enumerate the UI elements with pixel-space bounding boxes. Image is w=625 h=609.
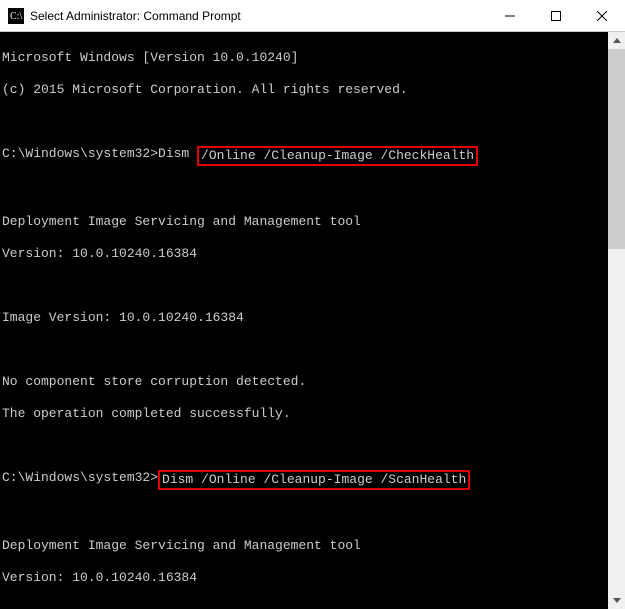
blank-line — [2, 438, 608, 454]
terminal-output[interactable]: Microsoft Windows [Version 10.0.10240] (… — [0, 32, 608, 609]
highlighted-command: Dism /Online /Cleanup-Image /ScanHealth — [158, 470, 470, 490]
output-line: Deployment Image Servicing and Managemen… — [2, 214, 608, 230]
blank-line — [2, 506, 608, 522]
scrollbar[interactable] — [608, 32, 625, 609]
output-line: Image Version: 10.0.10240.16384 — [2, 310, 608, 326]
prompt-text: C:\Windows\system32> — [2, 146, 158, 162]
blank-line — [2, 342, 608, 358]
cmd-icon: C:\ — [8, 8, 24, 24]
window-title: Select Administrator: Command Prompt — [30, 9, 487, 23]
close-button[interactable] — [579, 0, 625, 31]
blank-line — [2, 602, 608, 609]
maximize-button[interactable] — [533, 0, 579, 31]
scroll-thumb[interactable] — [608, 49, 625, 249]
blank-line — [2, 114, 608, 130]
highlighted-command: /Online /Cleanup-Image /CheckHealth — [197, 146, 478, 166]
output-line: Version: 10.0.10240.16384 — [2, 246, 608, 262]
output-line: Microsoft Windows [Version 10.0.10240] — [2, 50, 608, 66]
output-line: No component store corruption detected. — [2, 374, 608, 390]
output-line: Deployment Image Servicing and Managemen… — [2, 538, 608, 554]
command-line: C:\Windows\system32>Dism /Online /Cleanu… — [2, 470, 608, 490]
command-line: C:\Windows\system32>Dism /Online /Cleanu… — [2, 146, 608, 166]
output-line: The operation completed successfully. — [2, 406, 608, 422]
titlebar[interactable]: C:\ Select Administrator: Command Prompt — [0, 0, 625, 32]
scroll-up-button[interactable] — [608, 32, 625, 49]
blank-line — [2, 278, 608, 294]
prompt-text: C:\Windows\system32> — [2, 470, 158, 486]
window-controls — [487, 0, 625, 31]
output-line: (c) 2015 Microsoft Corporation. All righ… — [2, 82, 608, 98]
scroll-down-button[interactable] — [608, 592, 625, 609]
minimize-button[interactable] — [487, 0, 533, 31]
content-area: Microsoft Windows [Version 10.0.10240] (… — [0, 32, 625, 609]
output-line: Version: 10.0.10240.16384 — [2, 570, 608, 586]
svg-text:C:\: C:\ — [10, 11, 22, 22]
blank-line — [2, 182, 608, 198]
command-text: Dism — [158, 146, 197, 162]
